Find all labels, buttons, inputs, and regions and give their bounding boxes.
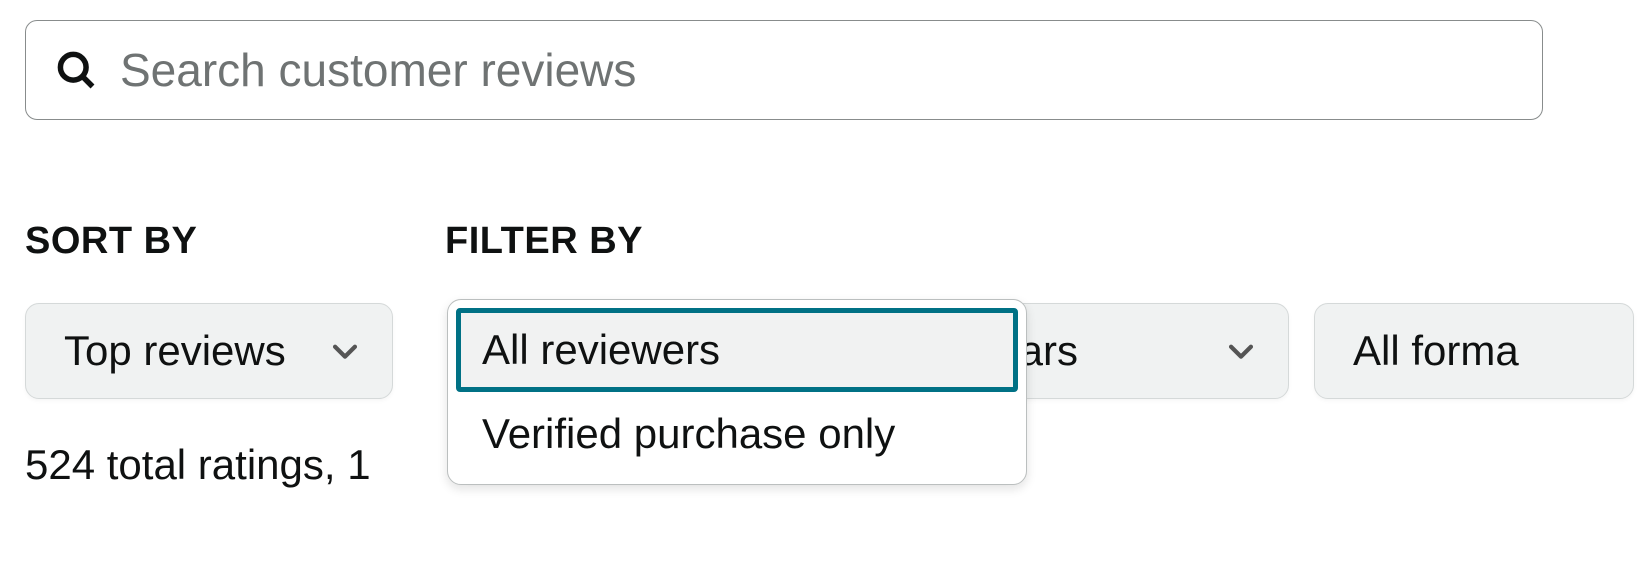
chevron-down-icon xyxy=(328,334,362,368)
sort-dropdown-value: Top reviews xyxy=(64,327,286,375)
search-icon xyxy=(54,48,98,92)
reviewers-option-verified[interactable]: Verified purchase only xyxy=(456,392,1018,476)
search-input[interactable] xyxy=(120,43,1514,97)
chevron-down-icon xyxy=(1224,334,1258,368)
sort-dropdown[interactable]: Top reviews xyxy=(25,303,393,399)
sort-by-label: SORT BY xyxy=(25,220,445,263)
reviewers-filter-popup: All reviewers Verified purchase only xyxy=(447,299,1027,485)
formats-filter-value: All forma xyxy=(1353,327,1519,375)
reviewers-option-all[interactable]: All reviewers xyxy=(456,308,1018,392)
formats-filter-dropdown[interactable]: All forma xyxy=(1314,303,1634,399)
search-box[interactable] xyxy=(25,20,1543,120)
filter-by-label: FILTER BY xyxy=(445,220,643,263)
